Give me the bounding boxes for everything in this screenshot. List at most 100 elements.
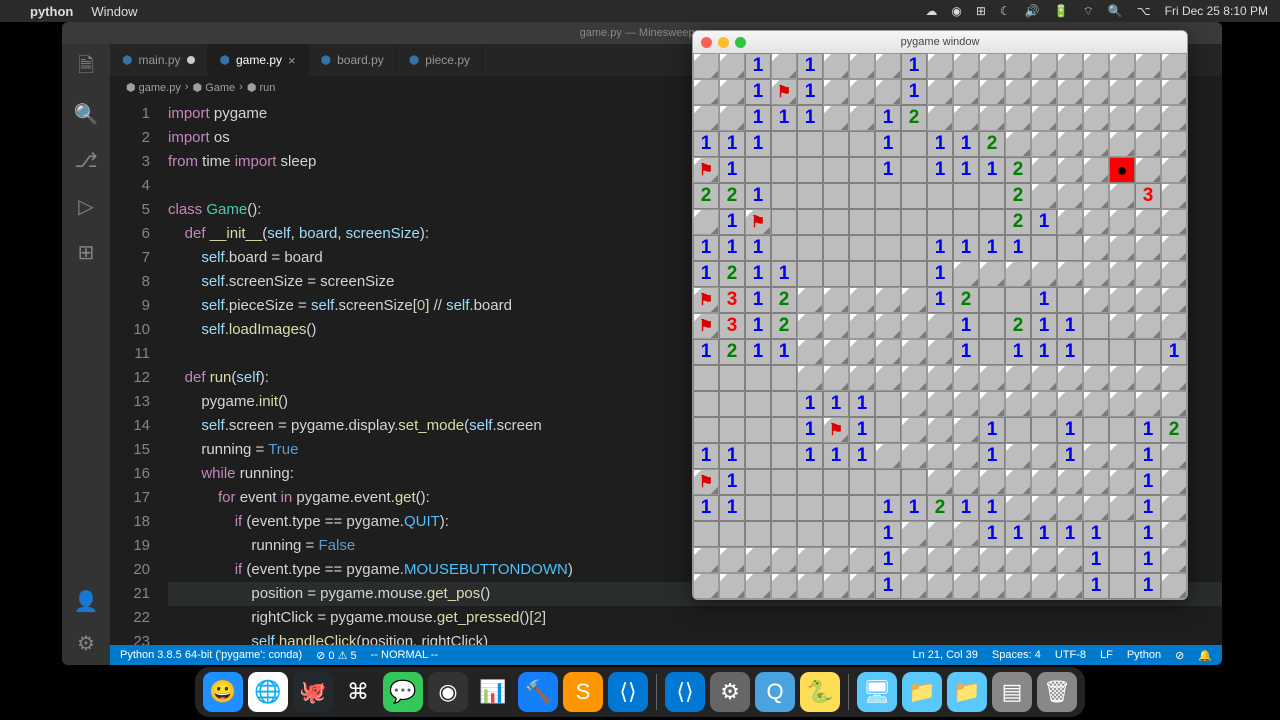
mine-cell[interactable] (953, 417, 979, 443)
mine-cell[interactable] (1083, 235, 1109, 261)
mine-cell[interactable]: 1 (953, 157, 979, 183)
mine-cell[interactable] (875, 417, 901, 443)
mine-cell[interactable]: 1 (1083, 521, 1109, 547)
extensions-icon[interactable]: ⊞ (74, 240, 98, 264)
mine-cell[interactable] (1135, 157, 1161, 183)
mine-cell[interactable] (797, 131, 823, 157)
mine-cell[interactable] (823, 261, 849, 287)
mine-cell[interactable] (901, 365, 927, 391)
mine-cell[interactable]: 1 (1057, 443, 1083, 469)
minimize-icon[interactable] (718, 37, 729, 48)
mine-cell[interactable] (1083, 183, 1109, 209)
mine-cell[interactable]: 1 (1135, 495, 1161, 521)
mine-cell[interactable] (1161, 105, 1187, 131)
mine-cell[interactable] (719, 521, 745, 547)
mine-cell[interactable] (1031, 157, 1057, 183)
mine-cell[interactable]: 1 (1057, 339, 1083, 365)
mine-cell[interactable]: 1 (719, 235, 745, 261)
mine-cell[interactable]: 1 (849, 443, 875, 469)
mine-cell[interactable]: 1 (693, 443, 719, 469)
mine-cell[interactable] (1005, 469, 1031, 495)
mine-cell[interactable] (1109, 235, 1135, 261)
mine-cell[interactable] (797, 495, 823, 521)
mine-cell[interactable]: 1 (1083, 573, 1109, 599)
mine-cell[interactable] (1005, 495, 1031, 521)
mine-cell[interactable] (797, 469, 823, 495)
mine-cell[interactable]: 2 (1005, 313, 1031, 339)
mine-cell[interactable] (823, 105, 849, 131)
mine-cell[interactable] (771, 131, 797, 157)
mine-cell[interactable] (927, 469, 953, 495)
mine-cell[interactable] (745, 209, 771, 235)
mine-cell[interactable] (901, 261, 927, 287)
mine-cell[interactable] (979, 469, 1005, 495)
mine-cell[interactable] (1031, 469, 1057, 495)
mine-cell[interactable]: 1 (1005, 521, 1031, 547)
status-item[interactable]: Python 3.8.5 64-bit ('pygame': conda) (120, 649, 302, 661)
mine-cell[interactable]: 1 (693, 339, 719, 365)
status-item[interactable]: 🔔 (1198, 649, 1212, 662)
mine-cell[interactable] (1161, 79, 1187, 105)
mine-cell[interactable]: 1 (901, 53, 927, 79)
mine-cell[interactable] (1109, 313, 1135, 339)
mine-cell[interactable]: 1 (953, 131, 979, 157)
mine-cell[interactable] (953, 391, 979, 417)
mine-cell[interactable] (797, 573, 823, 599)
mine-cell[interactable] (823, 573, 849, 599)
mine-cell[interactable] (823, 417, 849, 443)
mine-cell[interactable] (953, 547, 979, 573)
mine-cell[interactable] (927, 365, 953, 391)
mine-cell[interactable]: 1 (693, 235, 719, 261)
status-item[interactable]: LF (1100, 649, 1113, 661)
mine-cell[interactable] (927, 183, 953, 209)
mine-cell[interactable] (1005, 417, 1031, 443)
mine-cell[interactable]: 3 (1135, 183, 1161, 209)
mine-cell[interactable]: 1 (745, 131, 771, 157)
mine-cell[interactable]: 1 (1135, 469, 1161, 495)
mine-cell[interactable]: 2 (927, 495, 953, 521)
tab-game-py[interactable]: ⬢game.py× (208, 44, 309, 76)
mine-cell[interactable] (1109, 339, 1135, 365)
mine-cell[interactable] (823, 209, 849, 235)
mine-cell[interactable] (1057, 495, 1083, 521)
mine-cell[interactable]: 2 (693, 183, 719, 209)
battery-icon[interactable]: 🔋 (1054, 4, 1069, 18)
mine-cell[interactable] (693, 365, 719, 391)
mine-cell[interactable] (693, 313, 719, 339)
mine-cell[interactable] (1161, 209, 1187, 235)
mine-cell[interactable] (901, 573, 927, 599)
mine-cell[interactable] (1135, 53, 1161, 79)
mine-cell[interactable] (719, 53, 745, 79)
volume-icon[interactable]: 🔊 (1025, 4, 1040, 18)
mine-cell[interactable]: 1 (797, 53, 823, 79)
mine-cell[interactable]: 2 (1161, 417, 1187, 443)
mine-cell[interactable]: 1 (1135, 573, 1161, 599)
dock-python[interactable]: 🐍 (800, 672, 840, 712)
mine-cell[interactable]: 1 (1135, 443, 1161, 469)
mine-cell[interactable] (1161, 391, 1187, 417)
mine-cell[interactable]: 1 (953, 339, 979, 365)
dock-obs[interactable]: ◉ (428, 672, 468, 712)
mine-cell[interactable] (901, 183, 927, 209)
mine-cell[interactable] (1083, 79, 1109, 105)
mine-cell[interactable]: 2 (719, 339, 745, 365)
mine-cell[interactable]: 1 (719, 131, 745, 157)
mine-cell[interactable] (693, 79, 719, 105)
zoom-icon[interactable] (735, 37, 746, 48)
dock-sublime[interactable]: S (563, 672, 603, 712)
mine-cell[interactable] (979, 105, 1005, 131)
dock-github[interactable]: 🐙 (293, 672, 333, 712)
mine-cell[interactable] (1031, 495, 1057, 521)
dock-vscode2[interactable]: ⟨⟩ (665, 672, 705, 712)
status-item[interactable]: ⊘ (1175, 649, 1184, 662)
mine-cell[interactable]: 1 (719, 495, 745, 521)
mine-cell[interactable] (1083, 105, 1109, 131)
mine-cell[interactable] (771, 183, 797, 209)
accounts-icon[interactable]: 👤 (74, 589, 98, 613)
mine-cell[interactable] (719, 391, 745, 417)
mine-cell[interactable]: 1 (693, 131, 719, 157)
mine-cell[interactable] (823, 469, 849, 495)
mine-cell[interactable] (1057, 469, 1083, 495)
mine-cell[interactable] (1083, 417, 1109, 443)
mine-cell[interactable] (927, 521, 953, 547)
